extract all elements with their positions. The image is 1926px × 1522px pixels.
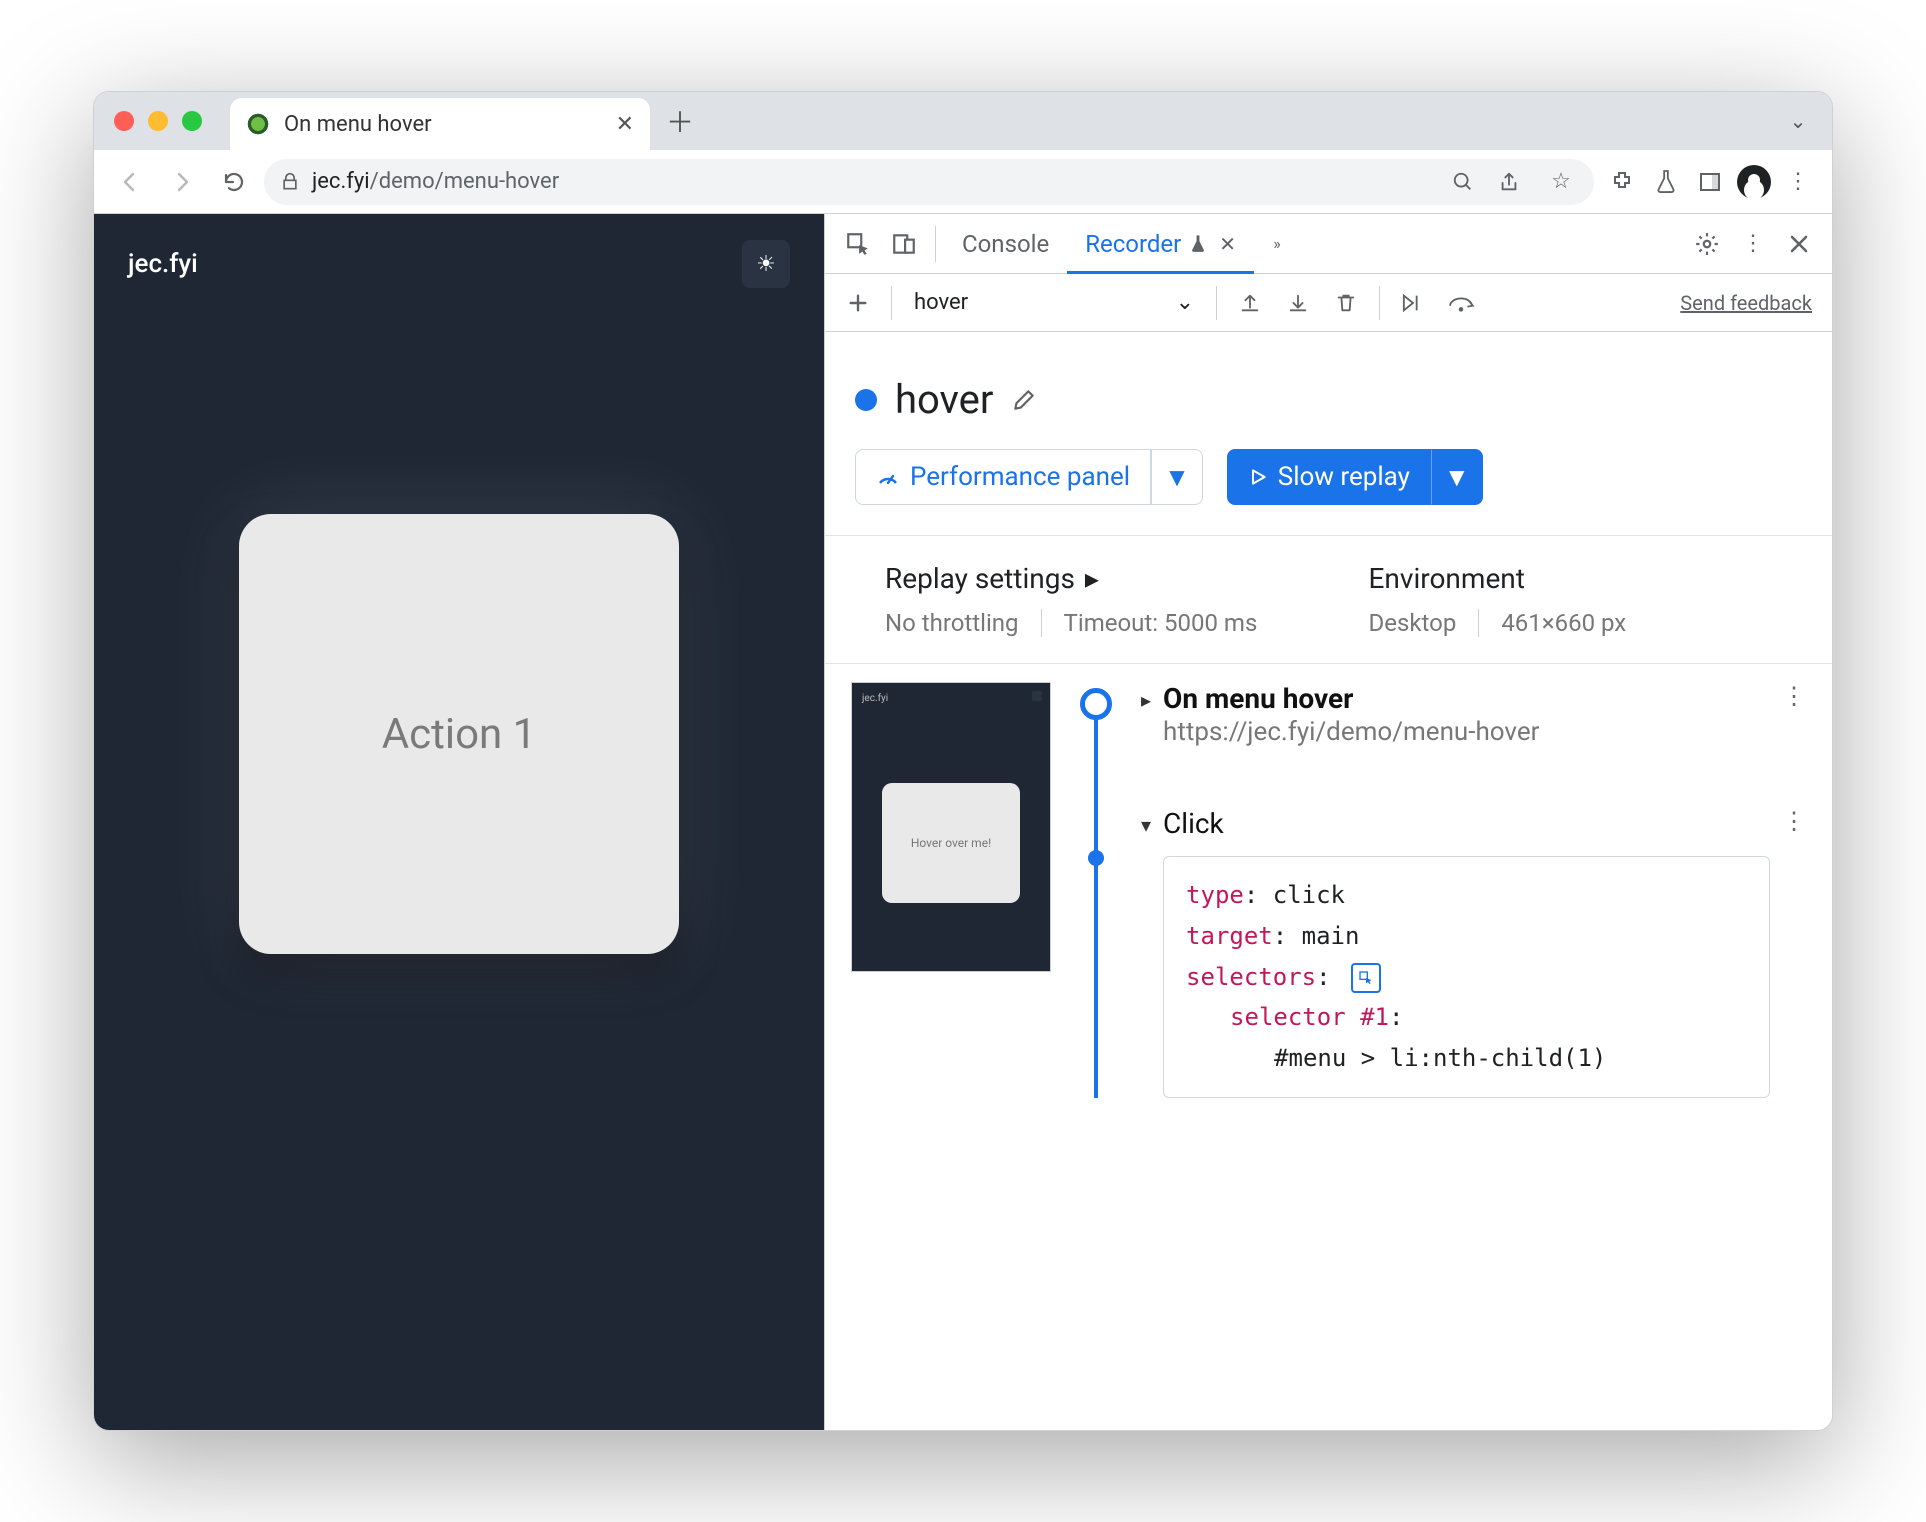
expand-icon[interactable]: ▾ bbox=[1141, 813, 1151, 837]
profile-avatar[interactable] bbox=[1734, 162, 1774, 202]
step-replay-icon[interactable] bbox=[1392, 282, 1434, 324]
import-icon[interactable] bbox=[1277, 282, 1319, 324]
share-icon[interactable] bbox=[1498, 171, 1532, 193]
browser-window: On menu hover ✕ ＋ ⌄ jec.fyi/demo/menu-ho… bbox=[93, 91, 1833, 1431]
step-nav-title: On menu hover bbox=[1163, 682, 1539, 715]
flask-icon[interactable] bbox=[1646, 162, 1686, 202]
forward-button[interactable] bbox=[160, 160, 204, 204]
performance-panel-dropdown[interactable]: ▼ bbox=[1151, 449, 1203, 505]
gauge-icon bbox=[876, 465, 900, 489]
timeline bbox=[1071, 682, 1121, 1098]
replay-button-group: Slow replay ▼ bbox=[1227, 449, 1483, 505]
minimize-window-button[interactable] bbox=[148, 111, 168, 131]
recorder-toolbar: hover ⌄ Se bbox=[825, 274, 1832, 332]
tab-console[interactable]: Console bbox=[944, 214, 1067, 273]
address-bar[interactable]: jec.fyi/demo/menu-hover ☆ bbox=[264, 159, 1594, 205]
recording-title: hover bbox=[895, 376, 993, 423]
tab-list-chevron-icon[interactable]: ⌄ bbox=[1778, 109, 1818, 133]
chevron-right-icon: ▸ bbox=[1085, 562, 1099, 595]
screenshot-thumbnail[interactable]: jec.fyi Hover over me! bbox=[851, 682, 1051, 972]
play-icon bbox=[1248, 467, 1268, 487]
reload-button[interactable] bbox=[212, 160, 256, 204]
thumb-card-text: Hover over me! bbox=[882, 783, 1020, 903]
device-toolbar-icon[interactable] bbox=[881, 221, 927, 267]
close-window-button[interactable] bbox=[114, 111, 134, 131]
close-devtools-icon[interactable] bbox=[1776, 221, 1822, 267]
devtools-tabbar: Console Recorder ✕ » ⋮ bbox=[825, 214, 1832, 274]
browser-menu-icon[interactable]: ⋮ bbox=[1778, 162, 1818, 202]
recording-status-dot bbox=[855, 389, 877, 411]
delete-icon[interactable] bbox=[1325, 282, 1367, 324]
toolbar: jec.fyi/demo/menu-hover ☆ ⋮ bbox=[94, 150, 1832, 214]
edit-title-icon[interactable] bbox=[1011, 387, 1037, 413]
site-brand[interactable]: jec.fyi bbox=[128, 249, 198, 279]
step-navigate[interactable]: ▸ On menu hover https://jec.fyi/demo/men… bbox=[1141, 682, 1806, 747]
window-controls bbox=[114, 111, 202, 131]
step-code: type: click target: main selectors: sele… bbox=[1163, 856, 1770, 1098]
settings-gear-icon[interactable] bbox=[1684, 221, 1730, 267]
timeline-step-marker bbox=[1088, 850, 1104, 866]
flask-badge-icon bbox=[1189, 234, 1207, 254]
step-click-title: Click bbox=[1163, 807, 1770, 840]
step-click[interactable]: ▾ Click type: click target: main selecto… bbox=[1141, 807, 1806, 1098]
back-button[interactable] bbox=[108, 160, 152, 204]
collapse-icon[interactable]: ▸ bbox=[1141, 688, 1151, 712]
new-recording-button[interactable] bbox=[837, 282, 879, 324]
selector-picker-icon[interactable] bbox=[1351, 963, 1381, 993]
performance-panel-button-group: Performance panel ▼ bbox=[855, 449, 1203, 505]
devtools-menu-icon[interactable]: ⋮ bbox=[1730, 221, 1776, 267]
throttling-value: No throttling bbox=[885, 609, 1019, 637]
action-card[interactable]: Action 1 bbox=[239, 514, 679, 954]
url-text: jec.fyi/demo/menu-hover bbox=[312, 169, 1440, 194]
theme-toggle-button[interactable]: ☀ bbox=[742, 240, 790, 288]
send-feedback-link[interactable]: Send feedback bbox=[1680, 291, 1820, 315]
replay-settings-heading[interactable]: Replay settings ▸ bbox=[885, 562, 1309, 595]
step-over-icon[interactable] bbox=[1440, 282, 1482, 324]
bookmark-star-icon[interactable]: ☆ bbox=[1544, 169, 1578, 194]
chevron-down-icon: ⌄ bbox=[1176, 290, 1194, 315]
new-tab-button[interactable]: ＋ bbox=[660, 101, 700, 141]
inspect-element-icon[interactable] bbox=[835, 221, 881, 267]
environment-heading: Environment bbox=[1369, 562, 1793, 595]
step-menu-icon[interactable]: ⋮ bbox=[1782, 807, 1806, 835]
timeline-start-marker bbox=[1080, 688, 1112, 720]
env-viewport: 461×660 px bbox=[1501, 609, 1626, 637]
more-tabs-chevron-icon[interactable]: » bbox=[1254, 221, 1300, 267]
step-menu-icon[interactable]: ⋮ bbox=[1782, 682, 1806, 710]
close-tab-icon[interactable]: ✕ bbox=[616, 112, 634, 137]
side-panel-icon[interactable] bbox=[1690, 162, 1730, 202]
recording-select[interactable]: hover ⌄ bbox=[904, 283, 1204, 323]
timeout-value: Timeout: 5000 ms bbox=[1064, 609, 1258, 637]
browser-tab[interactable]: On menu hover ✕ bbox=[230, 98, 650, 150]
slow-replay-button[interactable]: Slow replay bbox=[1227, 449, 1431, 505]
tab-strip: On menu hover ✕ ＋ ⌄ bbox=[94, 92, 1832, 150]
step-nav-url: https://jec.fyi/demo/menu-hover bbox=[1163, 717, 1539, 747]
page-viewport: jec.fyi ☀ Action 1 bbox=[94, 214, 824, 1430]
export-icon[interactable] bbox=[1229, 282, 1271, 324]
fullscreen-window-button[interactable] bbox=[182, 111, 202, 131]
tab-title: On menu hover bbox=[284, 112, 602, 137]
favicon bbox=[246, 112, 270, 136]
tab-recorder[interactable]: Recorder ✕ bbox=[1067, 214, 1254, 273]
performance-panel-button[interactable]: Performance panel bbox=[855, 449, 1151, 505]
extensions-icon[interactable] bbox=[1602, 162, 1642, 202]
env-device: Desktop bbox=[1369, 609, 1457, 637]
zoom-icon[interactable] bbox=[1452, 171, 1486, 193]
close-panel-icon[interactable]: ✕ bbox=[1219, 232, 1236, 256]
action-card-label: Action 1 bbox=[382, 710, 537, 759]
replay-dropdown[interactable]: ▼ bbox=[1431, 449, 1483, 505]
lock-icon bbox=[280, 172, 300, 192]
devtools-panel: Console Recorder ✕ » ⋮ bbox=[824, 214, 1832, 1430]
